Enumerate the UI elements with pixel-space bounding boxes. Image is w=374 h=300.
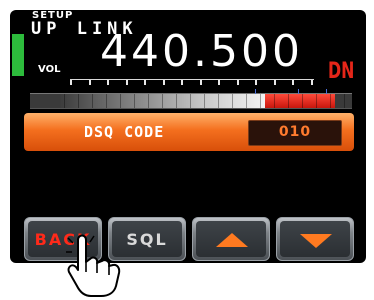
meter-segment-line bbox=[330, 94, 331, 108]
dsq-code-value: 010 bbox=[278, 124, 312, 140]
meter-marker bbox=[298, 89, 299, 94]
meter-segment-line bbox=[218, 94, 219, 108]
meter-segment-line bbox=[274, 94, 275, 108]
down-button[interactable] bbox=[276, 217, 354, 261]
scale-tick bbox=[310, 80, 313, 85]
signal-level-bar bbox=[12, 34, 24, 76]
scale-tick bbox=[162, 80, 165, 85]
frequency-display: 440.500 bbox=[100, 26, 303, 77]
meter-segment-line bbox=[92, 94, 93, 108]
meter-segment-line bbox=[302, 94, 303, 108]
scale-tick bbox=[107, 80, 109, 85]
meter-segment-line bbox=[246, 94, 247, 108]
pointing-hand-icon bbox=[66, 234, 121, 297]
scale-tick bbox=[199, 80, 202, 85]
dsq-code-row[interactable]: DSQ CODE 010 bbox=[24, 113, 354, 151]
direction-indicator: DN bbox=[328, 59, 355, 84]
meter-segment-line bbox=[148, 94, 149, 108]
signal-meter bbox=[30, 89, 352, 109]
meter-marker bbox=[326, 89, 327, 94]
dsq-code-label: DSQ CODE bbox=[84, 123, 165, 141]
meter-segment-line bbox=[78, 94, 79, 108]
volume-scale-ticks bbox=[70, 80, 314, 86]
scale-tick bbox=[273, 80, 276, 85]
scale-tick bbox=[292, 80, 294, 85]
meter-segment-line bbox=[64, 94, 65, 108]
meter-segment-line bbox=[106, 94, 107, 108]
scale-tick bbox=[144, 80, 146, 85]
scale-tick bbox=[88, 80, 91, 85]
dsq-code-value-box[interactable]: 010 bbox=[248, 120, 342, 146]
meter-segment-line bbox=[134, 94, 135, 108]
scale-tick bbox=[218, 80, 220, 85]
radio-display: SETUP UP LINK VOL 440.500 DN DSQ CODE 01… bbox=[10, 10, 366, 263]
meter-segment-line bbox=[344, 94, 345, 108]
triangle-up-icon bbox=[216, 233, 248, 247]
scale-tick bbox=[255, 80, 257, 85]
scale-tick bbox=[125, 80, 128, 85]
meter-segment-line bbox=[316, 94, 317, 108]
meter-segment-line bbox=[120, 94, 121, 108]
meter-segment-line bbox=[162, 94, 163, 108]
meter-segment-line bbox=[232, 94, 233, 108]
scale-tick bbox=[70, 80, 72, 85]
meter-segment-line bbox=[204, 94, 205, 108]
meter-segment-line bbox=[190, 94, 191, 108]
up-button[interactable] bbox=[192, 217, 270, 261]
scale-tick bbox=[236, 80, 239, 85]
scale-tick bbox=[181, 80, 183, 85]
triangle-down-icon bbox=[300, 234, 332, 248]
meter-peak-fill bbox=[265, 94, 335, 108]
meter-segment-line bbox=[288, 94, 289, 108]
meter-segment-line bbox=[260, 94, 261, 108]
meter-marker bbox=[255, 89, 256, 94]
volume-label: VOL bbox=[38, 64, 61, 75]
meter-segment-line bbox=[176, 94, 177, 108]
